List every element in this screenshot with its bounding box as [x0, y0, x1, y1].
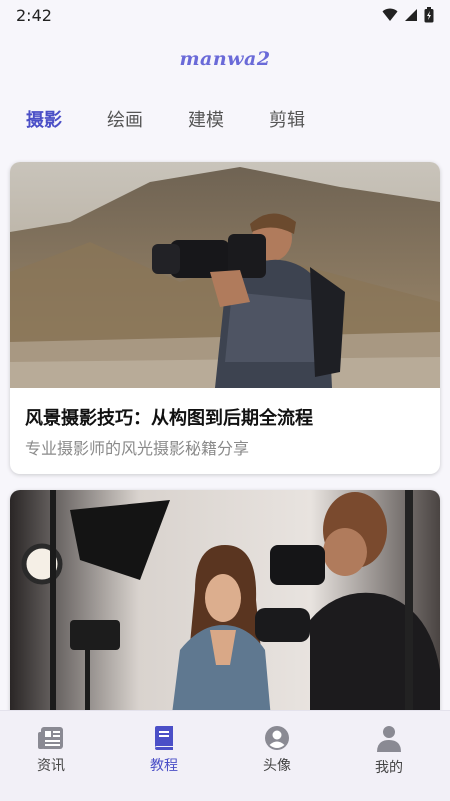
- app-title: manwa2: [179, 48, 271, 70]
- nav-item-tutorial[interactable]: 教程: [124, 725, 204, 775]
- card-image-landscape-photographer: [10, 162, 440, 388]
- avatar-circle-icon: [265, 726, 289, 750]
- article-card[interactable]: 风景摄影技巧：从构图到后期全流程 专业摄影师的风光摄影秘籍分享: [10, 162, 440, 474]
- cellular-signal-icon: [405, 9, 417, 21]
- status-icons: [382, 7, 434, 23]
- tab-editing[interactable]: 剪辑: [269, 106, 305, 132]
- wifi-icon: [382, 8, 398, 21]
- status-bar: 2:42: [0, 0, 450, 30]
- nav-label-tutorial: 教程: [150, 758, 178, 774]
- tab-modeling[interactable]: 建模: [188, 106, 224, 132]
- nav-item-mine[interactable]: 我的: [349, 725, 429, 777]
- status-time: 2:42: [16, 5, 52, 25]
- nav-item-avatar[interactable]: 头像: [237, 725, 317, 775]
- book-icon: [155, 726, 173, 750]
- bottom-navigation: 资讯 教程 头像 我的: [0, 710, 450, 801]
- nav-label-news: 资讯: [37, 758, 65, 774]
- card-image-studio-portrait: [10, 490, 440, 730]
- nav-item-news[interactable]: 资讯: [11, 725, 91, 775]
- nav-label-avatar: 头像: [263, 758, 291, 774]
- card-title: 风景摄影技巧：从构图到后期全流程: [25, 408, 313, 429]
- nav-label-mine: 我的: [375, 760, 403, 776]
- category-tabs: 摄影 绘画 建模 剪辑: [0, 106, 450, 140]
- person-icon: [377, 726, 401, 752]
- newspaper-icon: [38, 727, 63, 749]
- battery-icon: [424, 7, 434, 23]
- tab-photography[interactable]: 摄影: [26, 106, 62, 132]
- tab-painting[interactable]: 绘画: [107, 106, 143, 132]
- card-subtitle: 专业摄影师的风光摄影秘籍分享: [25, 439, 250, 458]
- article-card[interactable]: [10, 490, 440, 730]
